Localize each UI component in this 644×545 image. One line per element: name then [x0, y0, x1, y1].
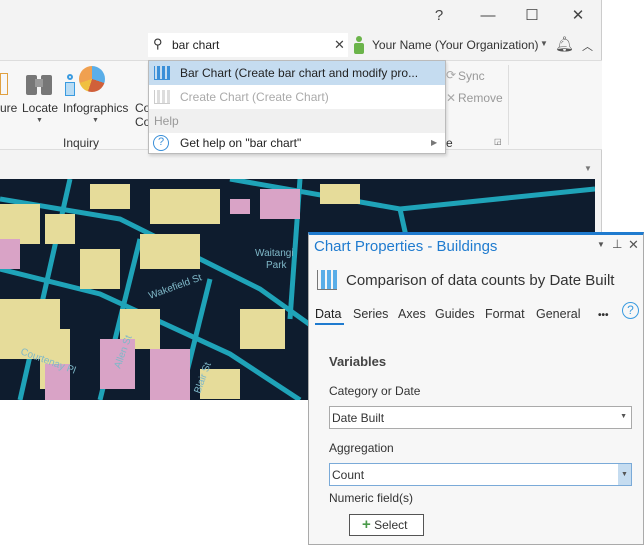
help-button[interactable]: ?: [424, 4, 454, 28]
ribbon-measure-label[interactable]: ure: [0, 101, 17, 115]
locate-dropdown-icon[interactable]: ▼: [36, 117, 43, 124]
category-label: Category or Date: [329, 384, 421, 398]
submenu-arrow-icon: ▶: [431, 138, 438, 147]
help-item-label: Get help on "bar chart": [180, 136, 302, 150]
map-label: Park: [266, 260, 288, 271]
pane-menu-icon[interactable]: ▼: [597, 240, 605, 249]
help-icon[interactable]: ?: [622, 302, 639, 319]
binoculars-icon: [26, 67, 52, 95]
chart-icon: [154, 90, 170, 104]
result-bar-chart[interactable]: Bar Chart (Create bar chart and modify p…: [149, 61, 445, 85]
map-label: Waitangi: [255, 248, 294, 259]
help-section-header: Help: [149, 109, 445, 133]
measure-icon: [0, 73, 8, 95]
infographics-dropdown-icon: ▼: [92, 117, 99, 124]
user-icon: [353, 36, 365, 54]
tab-general[interactable]: General: [536, 307, 580, 321]
search-input[interactable]: bar chart: [172, 38, 219, 52]
view-dropdown-icon[interactable]: ▼: [584, 164, 592, 173]
chart-properties-pane: Chart Properties - Buildings ▼ ⊥ ✕ Compa…: [308, 232, 644, 545]
search-results-dropdown: Bar Chart (Create bar chart and modify p…: [148, 60, 446, 154]
active-tab-indicator: [315, 323, 344, 325]
remove-button[interactable]: Remove: [458, 91, 503, 105]
remove-icon: ✕: [446, 91, 457, 105]
select-fields-button[interactable]: + Select: [349, 514, 424, 536]
chevron-down-icon: ▼: [620, 413, 627, 420]
select-label: Select: [374, 518, 408, 532]
sync-icon: ⟳: [446, 68, 457, 82]
bar-chart-icon: [317, 270, 337, 290]
category-value: Date Built: [332, 411, 385, 425]
pin-icon[interactable]: ⊥: [612, 237, 622, 251]
close-pane-icon[interactable]: ✕: [628, 237, 639, 253]
sync-button[interactable]: Sync: [458, 69, 485, 83]
get-help-item[interactable]: ? Get help on "bar chart" ▶: [149, 131, 445, 155]
tab-series[interactable]: Series: [353, 307, 388, 321]
group-tail-label: e: [446, 136, 453, 150]
minimize-button[interactable]: —: [473, 4, 503, 28]
search-icon: ⚲: [153, 36, 163, 51]
bar-chart-icon: [154, 66, 170, 80]
notification-bell-icon[interactable]: 🔔︎: [555, 35, 574, 53]
aggregation-select[interactable]: Count ▼: [329, 463, 632, 486]
dialog-launcher-icon[interactable]: ◲: [494, 137, 502, 146]
maximize-button[interactable]: ☐: [517, 4, 547, 28]
infographics-button[interactable]: Infographics: [63, 101, 128, 115]
result-label: Bar Chart (Create bar chart and modify p…: [180, 66, 419, 80]
tab-data[interactable]: Data: [315, 307, 341, 321]
locate-button[interactable]: Locate: [22, 101, 58, 115]
variables-heading: Variables: [329, 354, 387, 369]
tab-format[interactable]: Format: [485, 307, 525, 321]
category-select[interactable]: Date Built ▼: [329, 406, 632, 429]
pane-title: Chart Properties - Buildings: [314, 238, 498, 255]
result-create-chart: Create Chart (Create Chart): [149, 85, 445, 109]
result-label: Create Chart (Create Chart): [180, 90, 329, 104]
tab-guides[interactable]: Guides: [435, 307, 475, 321]
clear-search-icon[interactable]: ✕: [334, 37, 345, 53]
chart-title: Comparison of data counts by Date Built: [346, 272, 615, 289]
close-button[interactable]: ✕: [563, 4, 593, 28]
user-menu[interactable]: Your Name (Your Organization): [372, 38, 539, 52]
numeric-fields-label: Numeric field(s): [329, 491, 414, 505]
aggregation-value: Count: [332, 468, 365, 482]
group-inquiry-label: Inquiry: [63, 136, 100, 150]
infographics-icon: [65, 65, 113, 99]
collapse-ribbon-icon[interactable]: ︿: [582, 38, 593, 54]
tab-axes[interactable]: Axes: [398, 307, 426, 321]
map-label: Wakefield St: [147, 272, 203, 301]
search-box[interactable]: ⚲ bar chart ✕: [148, 33, 348, 57]
plus-icon: +: [362, 516, 371, 533]
aggregation-label: Aggregation: [329, 441, 394, 455]
help-icon: ?: [153, 135, 169, 151]
group-divider: [508, 65, 509, 145]
chevron-down-icon: ▼: [618, 464, 631, 485]
user-dropdown-icon[interactable]: ▼: [540, 39, 548, 48]
more-tabs-button[interactable]: •••: [598, 310, 609, 321]
